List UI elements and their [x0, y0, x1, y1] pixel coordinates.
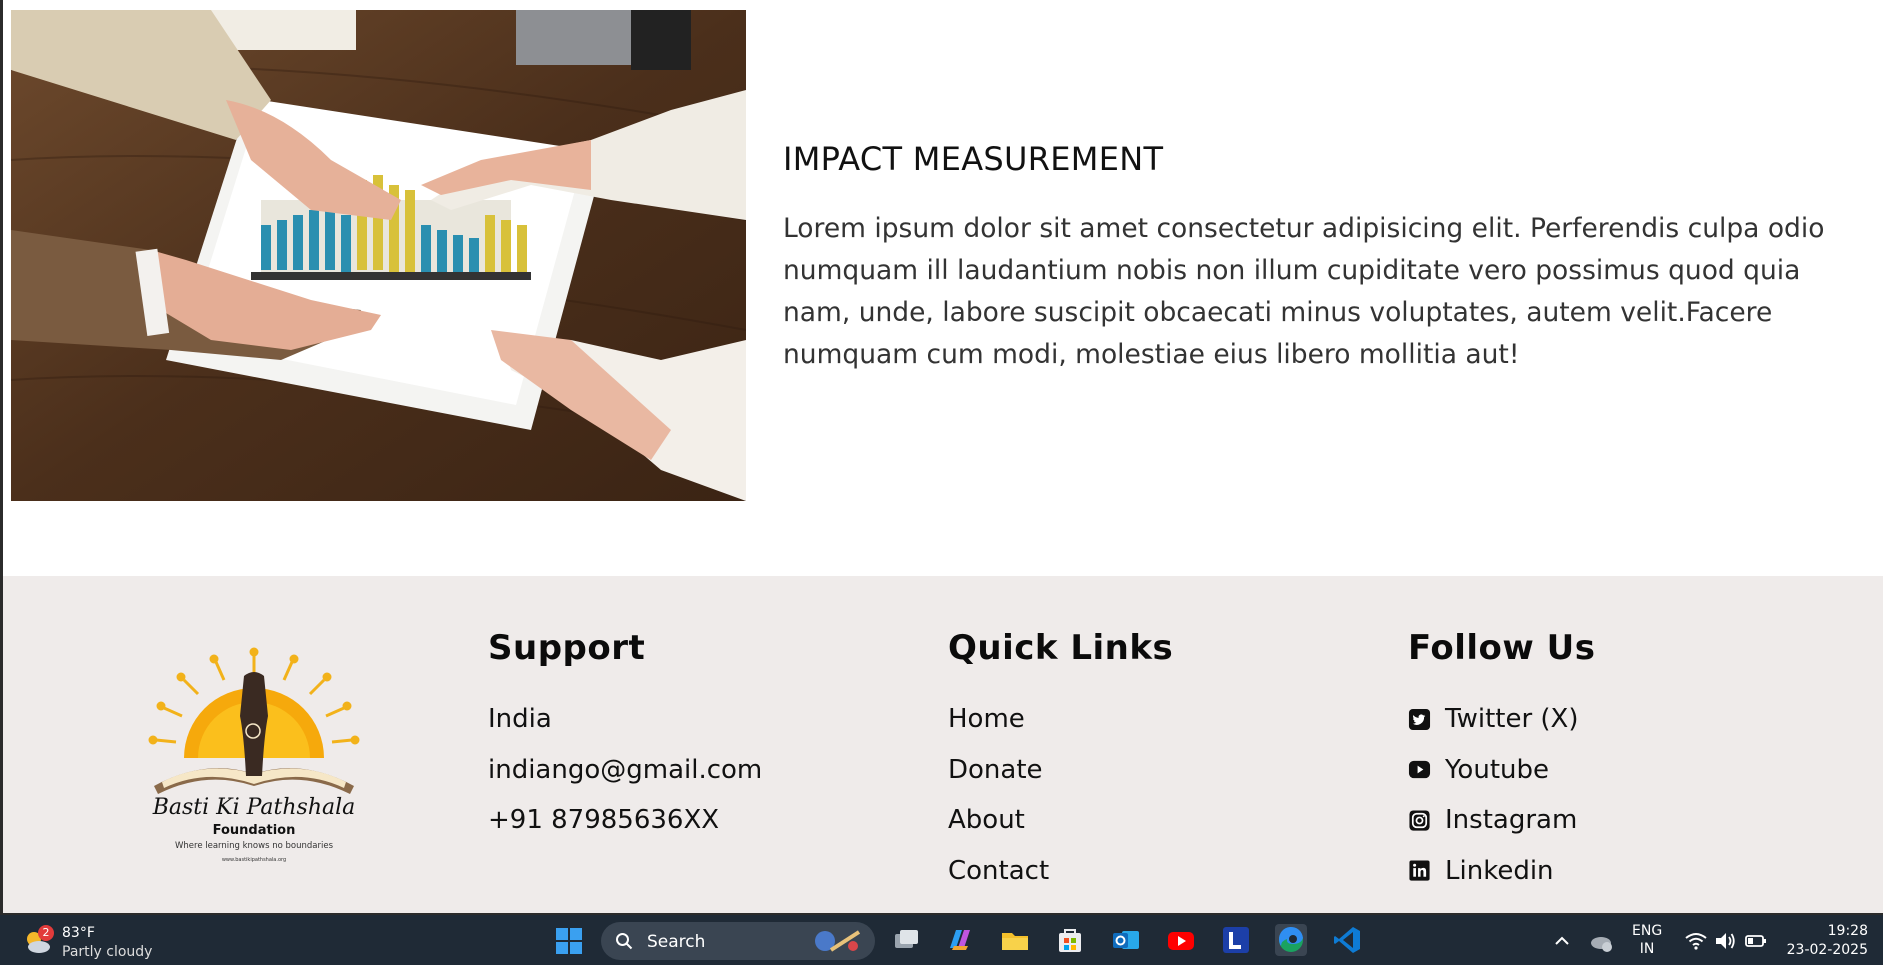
search-icon — [615, 932, 633, 950]
battery-icon[interactable] — [1744, 929, 1768, 953]
search-label: Search — [647, 932, 706, 952]
language-indicator[interactable]: ENG IN — [1632, 922, 1662, 958]
social-label-instagram: Instagram — [1445, 805, 1578, 835]
os-taskbar: 2 83°F Partly cloudy Search ENG IN 19:28… — [0, 915, 1883, 965]
twitter-icon — [1408, 708, 1431, 731]
windows-logo-icon — [556, 928, 582, 954]
logo-name-text: Basti Ki Pathshala — [152, 795, 356, 820]
svg-text:www.bastikipathshala.org: www.bastikipathshala.org — [222, 857, 286, 863]
foundation-logo[interactable]: Basti Ki Pathshala Foundation Where lear… — [136, 646, 372, 876]
instagram-icon — [1408, 809, 1431, 832]
chevron-up-icon[interactable] — [1552, 929, 1572, 953]
support-email-link[interactable]: indiango@gmail.com — [488, 745, 762, 796]
weather-condition: Partly cloudy — [62, 944, 153, 960]
onedrive-icon[interactable] — [1588, 929, 1614, 953]
clock-time: 19:28 — [1827, 923, 1868, 939]
social-label-twitter: Twitter (X) — [1445, 704, 1579, 734]
support-country: India — [488, 704, 552, 734]
youtube-icon — [1408, 758, 1431, 781]
impact-title: IMPACT MEASUREMENT — [783, 140, 1164, 178]
microsoft-store-icon[interactable] — [1054, 924, 1086, 956]
social-link-twitter[interactable]: Twitter (X) — [1408, 694, 1595, 745]
windows-start-button[interactable] — [555, 927, 583, 955]
svg-text:Foundation: Foundation — [213, 823, 296, 838]
weather-widget[interactable]: 2 83°F Partly cloudy — [18, 923, 178, 963]
social-link-youtube[interactable]: Youtube — [1408, 745, 1595, 796]
support-heading: Support — [488, 628, 646, 668]
quick-link-donate[interactable]: Donate — [948, 745, 1173, 796]
impact-photo — [11, 10, 746, 501]
social-label-linkedin: Linkedin — [1445, 855, 1554, 886]
l-app-icon[interactable] — [1220, 924, 1252, 956]
follow-us-column: Follow Us Twitter (X) Youtube Instagram — [1408, 628, 1595, 896]
support-phone-link[interactable]: +91 87985636XX — [488, 795, 762, 846]
wifi-icon[interactable] — [1684, 929, 1708, 953]
linkedin-icon — [1408, 859, 1431, 882]
quick-links-column: Quick Links Home Donate About Contact — [948, 628, 1173, 896]
clock-date: 23-02-2025 — [1786, 942, 1868, 958]
search-highlight-icon — [813, 928, 865, 954]
social-link-instagram[interactable]: Instagram — [1408, 795, 1595, 846]
language-code: ENG — [1632, 923, 1663, 939]
edge-browser-icon[interactable] — [1275, 924, 1307, 956]
weather-badge: 2 — [38, 925, 54, 941]
file-explorer-icon[interactable] — [999, 924, 1031, 956]
social-link-linkedin[interactable]: Linkedin — [1408, 846, 1595, 897]
volume-icon[interactable] — [1713, 929, 1737, 953]
impact-description: Lorem ipsum dolor sit amet consectetur a… — [783, 213, 1825, 370]
language-region: IN — [1639, 941, 1655, 957]
task-view-icon[interactable] — [890, 924, 922, 956]
social-label-youtube: Youtube — [1445, 754, 1549, 785]
quick-link-contact[interactable]: Contact — [948, 846, 1173, 897]
support-column: Support India indiango@gmail.com +91 879… — [488, 628, 762, 846]
weather-temp: 83°F — [62, 925, 95, 941]
outlook-icon[interactable] — [1110, 924, 1142, 956]
youtube-app-icon[interactable] — [1165, 924, 1197, 956]
site-footer: Basti Ki Pathshala Foundation Where lear… — [3, 576, 1883, 913]
vscode-icon[interactable] — [1331, 924, 1363, 956]
taskbar-search-box[interactable]: Search — [601, 922, 875, 960]
system-clock[interactable]: 19:28 23-02-2025 — [1784, 922, 1868, 960]
web-page: IMPACT MEASUREMENT Lorem ipsum dolor sit… — [3, 0, 1883, 913]
follow-us-heading: Follow Us — [1408, 628, 1596, 668]
quick-link-about[interactable]: About — [948, 795, 1173, 846]
svg-text:Where learning knows no bounda: Where learning knows no boundaries — [175, 841, 334, 851]
quick-links-heading: Quick Links — [948, 628, 1174, 668]
copilot-icon[interactable] — [944, 924, 976, 956]
quick-link-home[interactable]: Home — [948, 694, 1173, 745]
